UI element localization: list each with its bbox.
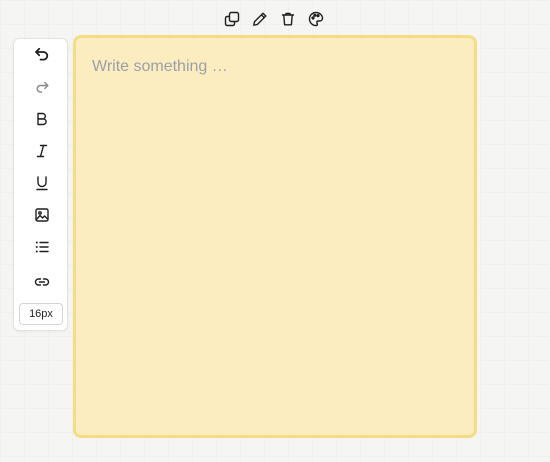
undo-icon	[34, 47, 48, 61]
redo-button[interactable]	[14, 75, 69, 99]
bold-button[interactable]	[14, 107, 69, 131]
undo-button[interactable]	[14, 42, 69, 66]
sticky-note[interactable]: Write something …	[73, 35, 477, 438]
bullet-list-icon	[35, 241, 49, 253]
note-text-placeholder[interactable]: Write something …	[92, 58, 458, 76]
edit-button[interactable]	[250, 9, 270, 29]
formatting-toolbar: 16px	[13, 38, 68, 331]
image-icon	[34, 208, 49, 222]
delete-button[interactable]	[278, 9, 298, 29]
italic-icon	[36, 144, 47, 158]
duplicate-icon	[224, 11, 240, 27]
trash-icon	[281, 12, 295, 26]
font-size-select[interactable]: 16px	[19, 303, 63, 325]
note-toolbar	[222, 9, 326, 29]
bold-icon	[36, 112, 47, 126]
underline-icon	[35, 176, 48, 191]
link-button[interactable]	[14, 270, 69, 294]
color-button[interactable]	[306, 9, 326, 29]
bullet-list-button[interactable]	[14, 235, 69, 259]
underline-button[interactable]	[14, 171, 69, 195]
palette-icon	[308, 11, 324, 27]
italic-button[interactable]	[14, 139, 69, 163]
insert-image-button[interactable]	[14, 203, 69, 227]
duplicate-button[interactable]	[222, 9, 242, 29]
pencil-icon	[253, 12, 267, 26]
link-icon	[34, 278, 49, 286]
redo-icon	[36, 81, 49, 93]
